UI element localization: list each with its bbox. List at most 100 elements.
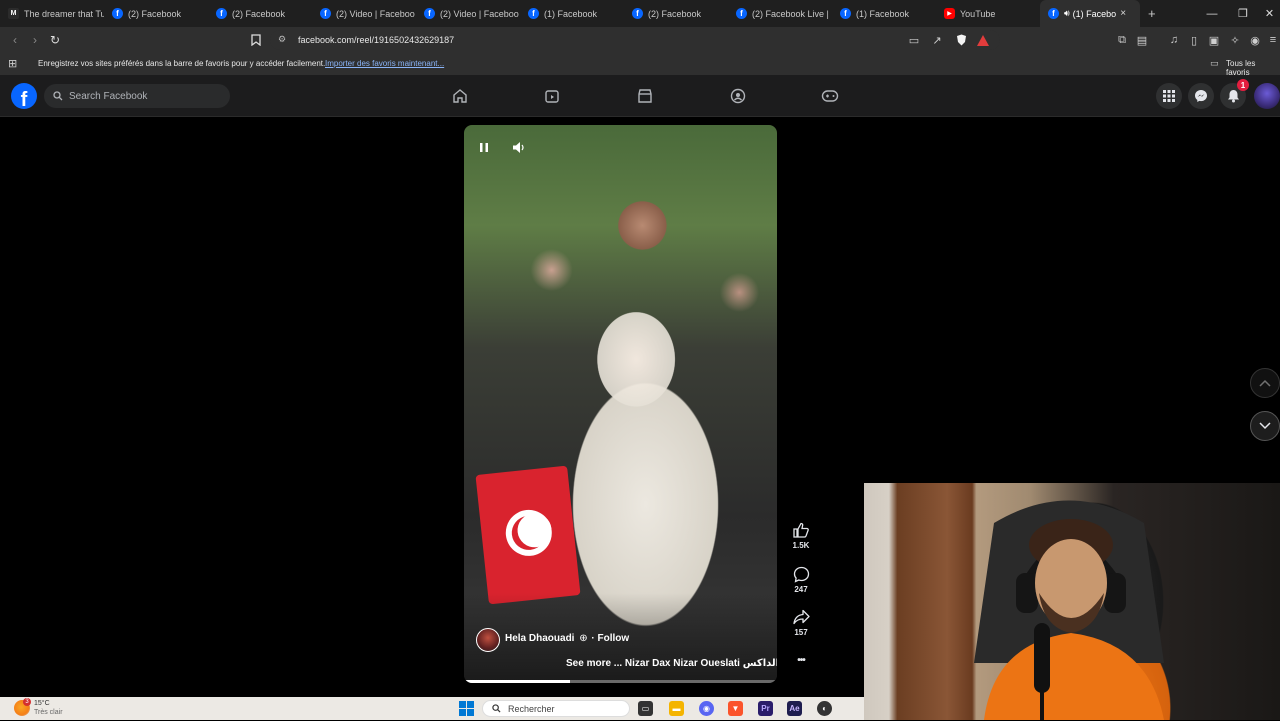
folder-icon: ▭ xyxy=(1210,58,1219,68)
reel-caption[interactable]: See more ... Nizar Dax Nizar Oueslati ال… xyxy=(566,658,777,669)
file-explorer-icon[interactable]: ▬ xyxy=(669,701,684,716)
share-icon[interactable]: ↗ xyxy=(930,33,944,47)
reel-video[interactable]: Hela Dhaouadi ⊕ · Follow See more ... Ni… xyxy=(464,125,777,683)
browser-tab-active[interactable]: f 🔊︎ (1) Facebo × xyxy=(1040,0,1140,27)
browser-tab[interactable]: f (1) Facebook xyxy=(832,0,936,27)
gaming-icon[interactable] xyxy=(818,84,842,108)
leo-ai-icon[interactable]: ✧ xyxy=(1228,33,1242,47)
maximize-button[interactable]: ❐ xyxy=(1228,0,1258,27)
after-effects-icon[interactable]: Ae xyxy=(787,701,802,716)
notification-badge: 1 xyxy=(1237,79,1249,91)
video-progress-bar[interactable] xyxy=(464,680,777,683)
groups-icon[interactable] xyxy=(726,84,750,108)
wallet-icon[interactable]: ▣ xyxy=(1207,33,1221,47)
tab-title: The dreamer that Tu xyxy=(24,8,104,19)
marketplace-icon[interactable] xyxy=(633,84,657,108)
site-settings-icon[interactable]: ⚙ xyxy=(278,34,286,45)
address-bar[interactable]: ⚙ facebook.com/reel/1916502432629187 xyxy=(270,30,1000,50)
pause-icon[interactable] xyxy=(475,138,493,156)
browser-tab[interactable]: ▶ YouTube xyxy=(936,0,1040,27)
tab-title: (2) Facebook xyxy=(232,8,286,19)
author-avatar[interactable] xyxy=(476,628,500,652)
bookmark-icon[interactable] xyxy=(249,33,263,47)
tab-title: (2) Facebook xyxy=(648,8,702,19)
url-text: facebook.com/reel/1916502432629187 xyxy=(298,35,455,45)
chevron-up-icon xyxy=(1259,379,1271,387)
back-icon[interactable]: ‹ xyxy=(6,31,24,49)
taskbar-search-placeholder: Rechercher xyxy=(508,703,555,714)
weather-temp: 15°C xyxy=(34,700,50,707)
close-window-button[interactable]: ✕ xyxy=(1259,0,1280,27)
task-view-icon[interactable]: ▭ xyxy=(638,701,653,716)
facebook-icon: f xyxy=(528,8,539,19)
brave-shield-icon[interactable] xyxy=(954,33,968,47)
discord-icon[interactable]: ◉ xyxy=(699,701,714,716)
tab-title: (1) Facebook xyxy=(856,8,910,19)
facebook-icon: f xyxy=(424,8,435,19)
brave-rewards-icon[interactable] xyxy=(976,33,990,47)
browser-tab[interactable]: f (2) Facebook xyxy=(624,0,728,27)
author-name[interactable]: Hela Dhaouadi xyxy=(505,633,574,644)
facebook-search-input[interactable]: Search Facebook xyxy=(44,84,230,108)
app-icon[interactable]: ◐ xyxy=(817,701,832,716)
new-tab-button[interactable]: + xyxy=(1140,0,1164,27)
browser-tab[interactable]: f (2) Video | Faceboo xyxy=(416,0,520,27)
windows-taskbar: 3 15°C Très clair Rechercher ▭ ▬ ◉ ▼ Pr … xyxy=(0,697,864,720)
medium-icon: M xyxy=(8,8,19,19)
apps-grid-icon[interactable]: ⊞ xyxy=(8,57,17,70)
tab-manager-icon[interactable]: ▤ xyxy=(1135,33,1149,47)
facebook-icon: f xyxy=(1048,8,1059,19)
extensions-icon[interactable]: ⧉ xyxy=(1115,33,1129,47)
tab-title: (2) Facebook Live | xyxy=(752,8,829,19)
comment-button[interactable]: 247 xyxy=(786,565,816,594)
media-icon[interactable]: ♫ xyxy=(1167,33,1181,47)
premiere-pro-icon[interactable]: Pr xyxy=(758,701,773,716)
webcam-overlay xyxy=(864,483,1280,720)
browser-tab[interactable]: f (2) Facebook Live | xyxy=(728,0,832,27)
facebook-icon: f xyxy=(320,8,331,19)
vpn-icon[interactable]: ◉ xyxy=(1248,33,1262,47)
browser-tab[interactable]: f (2) Facebook xyxy=(104,0,208,27)
sidebar-icon[interactable]: ▯ xyxy=(1187,33,1201,47)
reload-icon[interactable]: ↻ xyxy=(46,31,64,49)
tab-title: (1) Facebook xyxy=(544,8,598,19)
more-options-button[interactable]: ••• xyxy=(786,655,816,666)
messenger-icon[interactable] xyxy=(1188,83,1214,109)
tab-title: (1) Facebo xyxy=(1072,8,1117,19)
next-reel-button[interactable] xyxy=(1250,411,1280,441)
previous-reel-button[interactable] xyxy=(1250,368,1280,398)
browser-tab[interactable]: f (2) Video | Faceboo xyxy=(312,0,416,27)
minimize-button[interactable]: — xyxy=(1197,0,1227,27)
facebook-logo-icon[interactable]: f xyxy=(11,83,37,109)
forward-icon[interactable]: › xyxy=(26,31,44,49)
video-icon[interactable] xyxy=(540,84,564,108)
speaker-icon[interactable]: 🔊︎ xyxy=(1064,8,1070,19)
browser-tab-strip: M The dreamer that Tu f (2) Facebook f (2) Fa… xyxy=(0,0,1280,27)
menu-icon[interactable]: ≡ xyxy=(1266,33,1280,47)
weather-desc: Très clair xyxy=(34,709,63,716)
start-menu-icon[interactable] xyxy=(459,701,474,721)
share-button[interactable]: 157 xyxy=(786,608,816,637)
like-button[interactable]: 1.5K xyxy=(786,521,816,550)
close-tab-icon[interactable]: × xyxy=(1120,8,1126,19)
youtube-icon: ▶ xyxy=(944,8,955,19)
comment-icon xyxy=(786,565,816,583)
browser-tab[interactable]: M The dreamer that Tu xyxy=(0,0,104,27)
browser-tab[interactable]: f (1) Facebook xyxy=(520,0,624,27)
facebook-icon: f xyxy=(840,8,851,19)
menu-grid-icon[interactable] xyxy=(1156,83,1182,109)
home-icon[interactable] xyxy=(448,84,472,108)
browser-tab[interactable]: f (2) Facebook xyxy=(208,0,312,27)
volume-icon[interactable] xyxy=(510,138,528,156)
taskbar-search-input[interactable]: Rechercher xyxy=(482,700,630,717)
facebook-header: f Search Facebook 1 xyxy=(0,75,1280,117)
globe-icon: ⊕ xyxy=(579,633,588,644)
brave-browser-icon[interactable]: ▼ xyxy=(728,701,743,716)
import-bookmarks-link[interactable]: Importer des favoris maintenant... xyxy=(325,59,444,68)
like-count: 1.5K xyxy=(792,541,810,550)
facebook-icon: f xyxy=(632,8,643,19)
cast-icon[interactable]: ▭ xyxy=(907,33,921,47)
follow-button[interactable]: · Follow xyxy=(591,633,629,644)
facebook-icon: f xyxy=(216,8,227,19)
profile-avatar[interactable] xyxy=(1254,83,1280,109)
